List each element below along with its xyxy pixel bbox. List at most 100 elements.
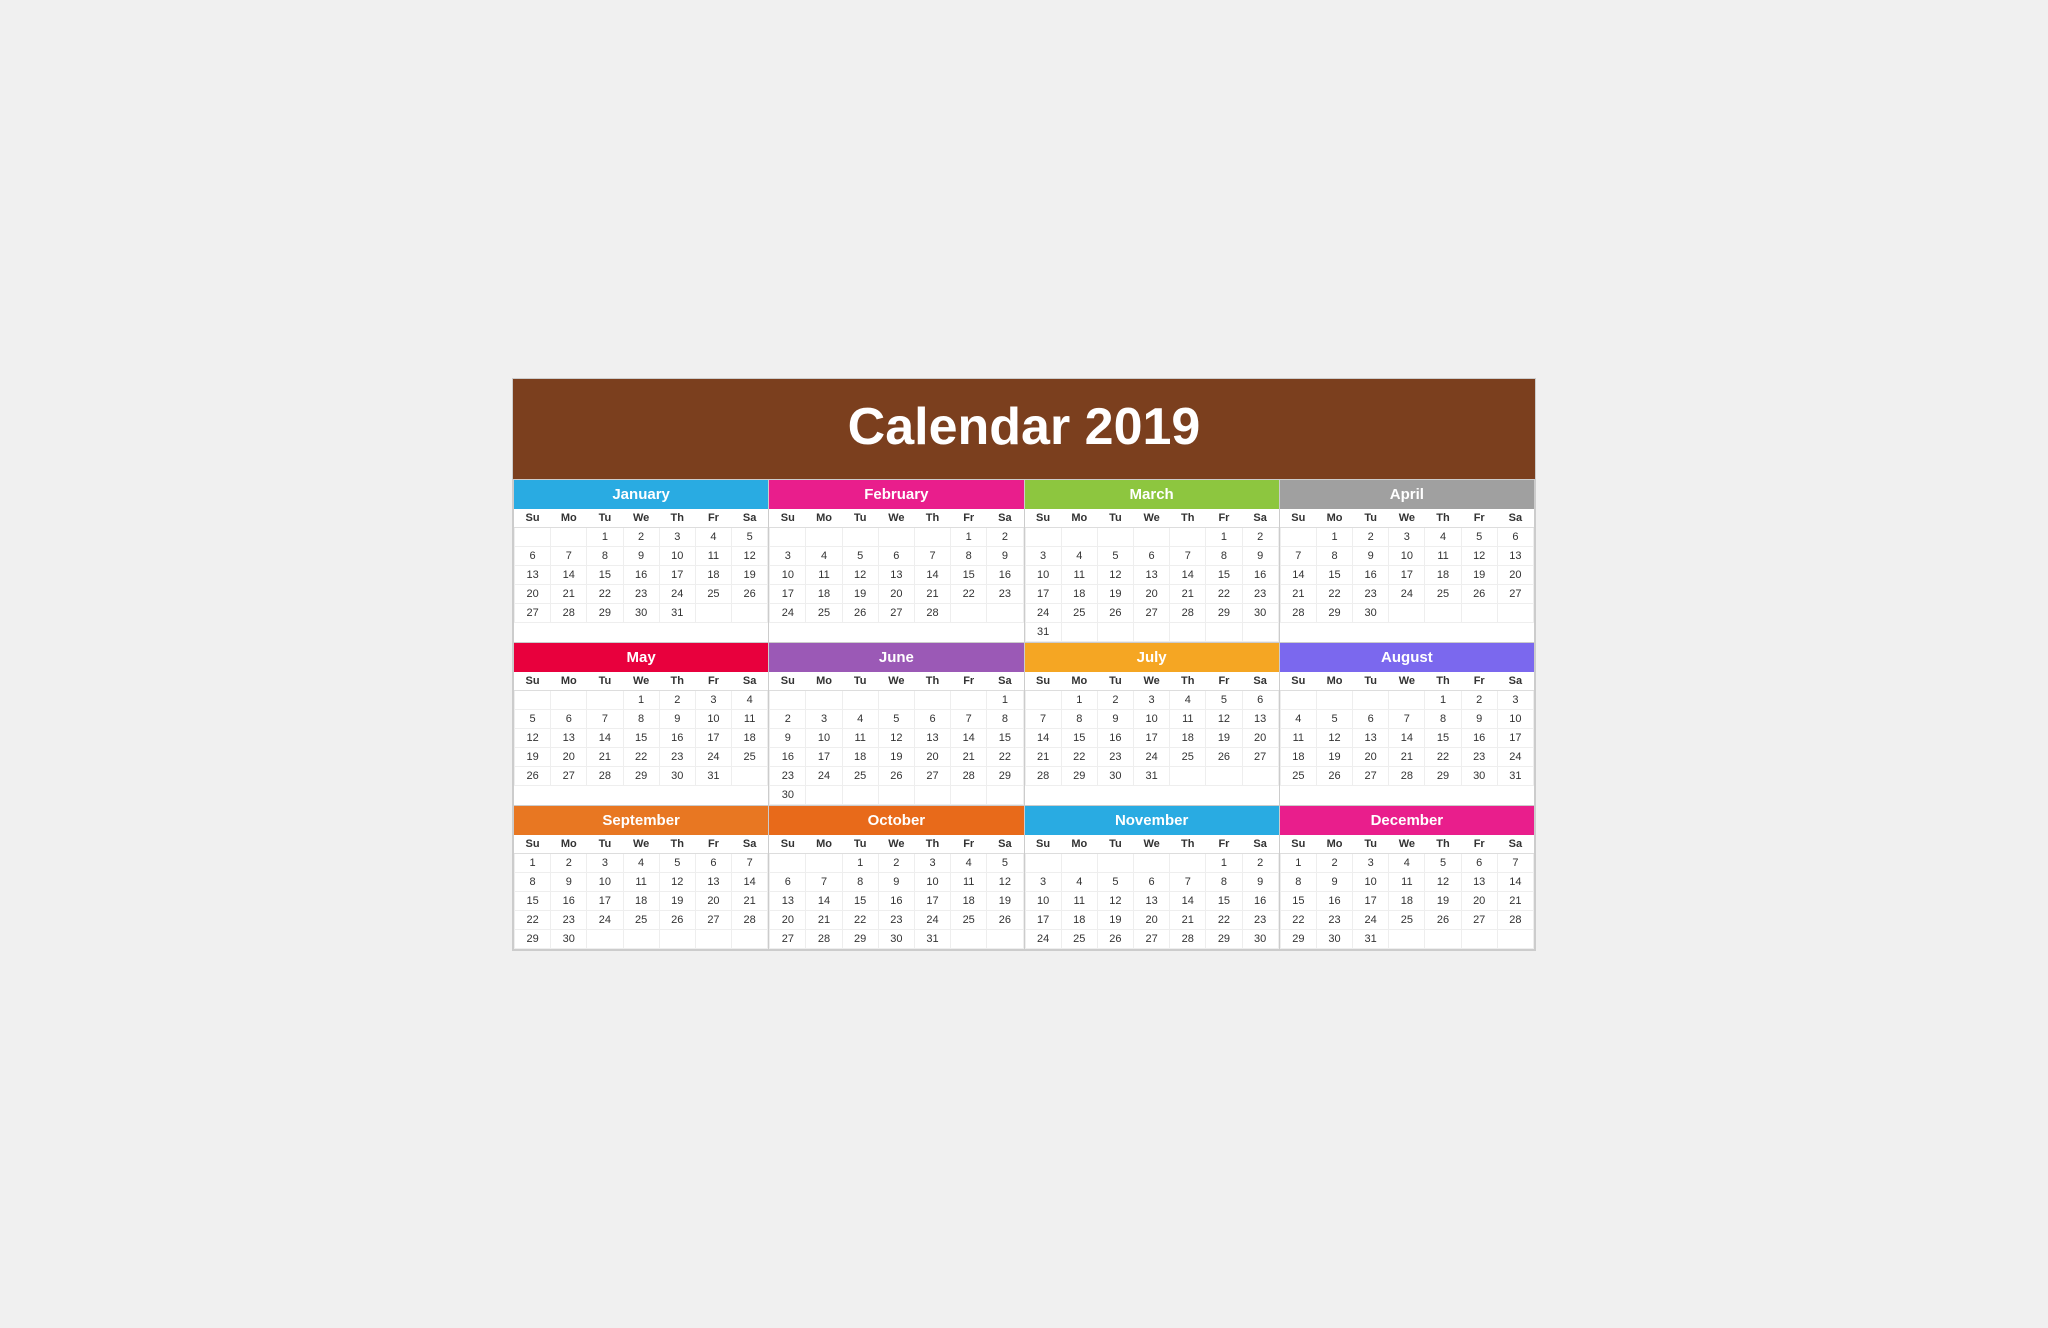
- day-cell: 29: [1061, 766, 1097, 785]
- day-cell: 20: [695, 891, 731, 910]
- day-cell: 23: [1242, 910, 1278, 929]
- month-table-march: SuMoTuWeThFrSa12345678910111213141516171…: [1025, 509, 1279, 642]
- day-header: Fr: [951, 509, 987, 528]
- day-cell: [1389, 929, 1425, 948]
- day-header: Tu: [1097, 835, 1133, 854]
- day-cell: 18: [842, 747, 878, 766]
- week-row: 17181920212223: [770, 584, 1023, 603]
- week-row: 293031: [1280, 929, 1533, 948]
- day-cell: 28: [1170, 603, 1206, 622]
- day-cell: 16: [1097, 728, 1133, 747]
- day-cell: 3: [1134, 690, 1170, 709]
- day-cell: 7: [1025, 709, 1061, 728]
- day-cell: 18: [951, 891, 987, 910]
- day-cell: 15: [1061, 728, 1097, 747]
- day-cell: 2: [1242, 853, 1278, 872]
- day-header: We: [623, 835, 659, 854]
- day-cell: 25: [1061, 603, 1097, 622]
- day-cell: 30: [1097, 766, 1133, 785]
- day-cell: 29: [623, 766, 659, 785]
- day-cell: 26: [659, 910, 695, 929]
- day-cell: 27: [878, 603, 914, 622]
- day-cell: [1134, 622, 1170, 641]
- day-cell: 6: [515, 546, 551, 565]
- day-cell: 11: [1389, 872, 1425, 891]
- day-cell: 14: [587, 728, 623, 747]
- day-cell: 2: [659, 690, 695, 709]
- day-cell: 14: [1170, 891, 1206, 910]
- day-cell: 16: [1316, 891, 1352, 910]
- week-row: 3456789: [770, 546, 1023, 565]
- day-header: Tu: [587, 672, 623, 691]
- day-header: Th: [1170, 672, 1206, 691]
- day-cell: 13: [1134, 565, 1170, 584]
- day-cell: 1: [1061, 690, 1097, 709]
- day-cell: 31: [659, 603, 695, 622]
- day-header: Sa: [987, 672, 1023, 691]
- week-row: 891011121314: [1280, 872, 1533, 891]
- day-header: Th: [659, 672, 695, 691]
- day-cell: 17: [587, 891, 623, 910]
- day-cell: 12: [1097, 565, 1133, 584]
- day-cell: 1: [842, 853, 878, 872]
- day-header: Tu: [842, 509, 878, 528]
- month-header-august: August: [1280, 643, 1534, 672]
- day-cell: 29: [515, 929, 551, 948]
- week-row: 123456: [1280, 527, 1533, 546]
- day-cell: [1097, 527, 1133, 546]
- day-cell: 5: [1206, 690, 1242, 709]
- day-cell: 10: [1134, 709, 1170, 728]
- day-header: We: [1134, 672, 1170, 691]
- day-cell: 17: [659, 565, 695, 584]
- day-cell: [1134, 527, 1170, 546]
- day-cell: 21: [1170, 910, 1206, 929]
- day-cell: 19: [515, 747, 551, 766]
- day-cell: [1206, 622, 1242, 641]
- day-cell: 26: [1461, 584, 1497, 603]
- week-row: 21222324252627: [1025, 747, 1278, 766]
- day-cell: [1389, 603, 1425, 622]
- day-cell: 30: [659, 766, 695, 785]
- day-header: Mo: [806, 672, 842, 691]
- day-cell: 14: [1280, 565, 1316, 584]
- day-cell: [987, 785, 1023, 804]
- day-cell: [1425, 929, 1461, 948]
- day-cell: 24: [1134, 747, 1170, 766]
- day-cell: 27: [1134, 929, 1170, 948]
- day-cell: 8: [515, 872, 551, 891]
- day-cell: 23: [770, 766, 806, 785]
- day-cell: 4: [732, 690, 768, 709]
- day-cell: 12: [1316, 728, 1352, 747]
- day-cell: 22: [987, 747, 1023, 766]
- day-cell: 21: [1389, 747, 1425, 766]
- day-cell: 26: [732, 584, 768, 603]
- day-cell: 7: [1280, 546, 1316, 565]
- day-cell: 22: [1425, 747, 1461, 766]
- day-cell: 24: [1025, 603, 1061, 622]
- day-cell: [987, 603, 1023, 622]
- day-cell: 7: [587, 709, 623, 728]
- day-cell: [1242, 766, 1278, 785]
- day-cell: 22: [1061, 747, 1097, 766]
- day-cell: 3: [695, 690, 731, 709]
- day-cell: 9: [1097, 709, 1133, 728]
- day-cell: 2: [1242, 527, 1278, 546]
- day-cell: 13: [551, 728, 587, 747]
- day-cell: 13: [770, 891, 806, 910]
- day-cell: 13: [914, 728, 950, 747]
- day-cell: 10: [770, 565, 806, 584]
- day-cell: [1425, 603, 1461, 622]
- day-header: Sa: [1497, 835, 1533, 854]
- day-cell: 8: [842, 872, 878, 891]
- day-header: Su: [1280, 835, 1316, 854]
- day-cell: [987, 929, 1023, 948]
- day-cell: 12: [842, 565, 878, 584]
- month-block-april: AprilSuMoTuWeThFrSa123456789101112131415…: [1280, 480, 1535, 643]
- day-cell: 2: [551, 853, 587, 872]
- month-table-october: SuMoTuWeThFrSa12345678910111213141516171…: [769, 835, 1023, 949]
- day-cell: 27: [551, 766, 587, 785]
- day-cell: 26: [842, 603, 878, 622]
- day-header: Sa: [987, 509, 1023, 528]
- day-cell: 24: [1353, 910, 1389, 929]
- day-cell: 9: [770, 728, 806, 747]
